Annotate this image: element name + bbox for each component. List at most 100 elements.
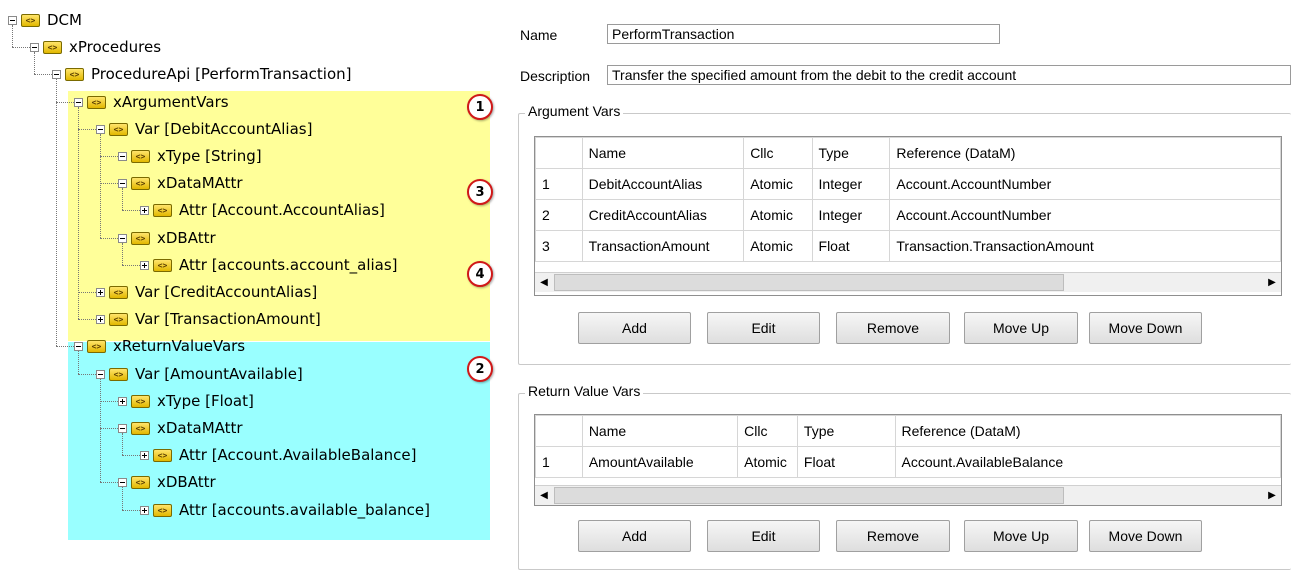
tree-node[interactable]: <> xDataMAttr [118,172,243,194]
expand-plus-icon[interactable] [118,396,127,406]
return-value-vars-grid[interactable]: Name Cllc Type Reference (DataM) 1 Amoun… [534,414,1282,506]
collapse-minus-icon[interactable] [96,369,105,379]
cell-type[interactable]: Integer [811,168,891,200]
xml-element-icon: <> [131,421,150,435]
tree-node[interactable]: <> xType [String] [118,145,262,167]
tree-node[interactable]: <> DCM [8,9,82,31]
collapse-minus-icon[interactable] [118,151,127,161]
expand-plus-icon[interactable] [96,287,105,297]
collapse-minus-icon[interactable] [8,15,17,25]
column-header-cllc[interactable]: Cllc [737,415,798,447]
cell-cllc[interactable]: Atomic [743,199,813,231]
collapse-minus-icon[interactable] [52,69,61,79]
move-down-return-button[interactable]: Move Down [1089,520,1202,552]
move-up-return-button[interactable]: Move Up [964,520,1078,552]
scroll-right-icon[interactable]: ▶ [1263,273,1281,292]
column-header-reference[interactable]: Reference (DataM) [889,137,1281,169]
column-header-name[interactable]: Name [581,415,739,447]
collapse-minus-icon[interactable] [118,233,127,243]
xml-element-icon: <> [87,339,106,353]
expand-plus-icon[interactable] [140,505,149,515]
tree-node[interactable]: <> ProcedureApi [PerformTransaction] [52,63,351,85]
xml-element-icon: <> [21,13,40,27]
table-row[interactable]: 2 CreditAccountAlias Atomic Integer Acco… [535,199,1281,231]
column-header-type[interactable]: Type [811,137,891,169]
grid-header-row: Name Cllc Type Reference (DataM) [535,137,1281,169]
collapse-minus-icon[interactable] [96,124,105,134]
tree-node[interactable]: <> xArgumentVars [74,91,229,113]
cell-reference[interactable]: Account.AccountNumber [889,168,1281,200]
tree-node[interactable]: <> xProcedures [30,36,161,58]
description-field[interactable]: Transfer the specified amount from the d… [607,65,1291,85]
tree-node[interactable]: <> Attr [Account.AccountAlias] [140,199,385,221]
collapse-minus-icon[interactable] [118,423,127,433]
tree-node[interactable]: <> xDBAttr [118,227,216,249]
table-row[interactable]: 1 AmountAvailable Atomic Float Account.A… [535,446,1281,478]
collapse-minus-icon[interactable] [118,477,127,487]
column-header-name[interactable]: Name [581,137,745,169]
cell-cllc[interactable]: Atomic [743,168,813,200]
tree-node-label: xDataMAttr [157,174,243,192]
expand-plus-icon[interactable] [140,450,149,460]
collapse-minus-icon[interactable] [74,341,83,351]
tree-node[interactable]: <> xDataMAttr [118,417,243,439]
table-row[interactable]: 1 DebitAccountAlias Atomic Integer Accou… [535,168,1281,200]
cell-type[interactable]: Float [796,446,896,478]
xml-element-icon: <> [131,394,150,408]
edit-return-button[interactable]: Edit [707,520,820,552]
collapse-minus-icon[interactable] [74,97,83,107]
remove-return-button[interactable]: Remove [836,520,950,552]
tree-node[interactable]: <> Attr [accounts.account_alias] [140,254,398,276]
expand-plus-icon[interactable] [140,205,149,215]
argument-vars-grid[interactable]: Name Cllc Type Reference (DataM) 1 Debit… [534,136,1282,296]
tree-node[interactable]: <> Var [CreditAccountAlias] [96,281,317,303]
cell-name[interactable]: CreditAccountAlias [581,199,745,231]
horizontal-scrollbar[interactable]: ◀ ▶ [535,272,1281,292]
expand-plus-icon[interactable] [140,260,149,270]
horizontal-scrollbar[interactable]: ◀ ▶ [535,485,1281,505]
cell-reference[interactable]: Transaction.TransactionAmount [889,230,1281,262]
cell-cllc[interactable]: Atomic [737,446,798,478]
xml-tree-view: <> DCM <> xProcedures <> ProcedureApi [Perfor… [0,0,500,578]
collapse-minus-icon[interactable] [30,42,39,52]
scroll-right-icon[interactable]: ▶ [1263,486,1281,505]
column-header-reference[interactable]: Reference (DataM) [894,415,1281,447]
column-header-type[interactable]: Type [796,415,896,447]
tree-node[interactable]: <> Var [TransactionAmount] [96,308,321,330]
remove-argument-button[interactable]: Remove [836,312,950,344]
tree-node[interactable]: <> xDBAttr [118,471,216,493]
cell-name[interactable]: DebitAccountAlias [581,168,745,200]
cell-type[interactable]: Float [811,230,891,262]
cell-name[interactable]: AmountAvailable [581,446,739,478]
move-up-argument-button[interactable]: Move Up [964,312,1078,344]
tree-connector [12,47,30,48]
add-argument-button[interactable]: Add [578,312,691,344]
column-header-cllc[interactable]: Cllc [743,137,813,169]
cell-name[interactable]: TransactionAmount [581,230,745,262]
row-number: 2 [535,199,583,231]
edit-argument-button[interactable]: Edit [707,312,820,344]
tree-connector [100,238,118,239]
scrollbar-thumb[interactable] [554,274,1064,291]
cell-cllc[interactable]: Atomic [743,230,813,262]
name-field[interactable]: PerformTransaction [607,24,1000,44]
scrollbar-thumb[interactable] [554,487,1064,504]
cell-reference[interactable]: Account.AccountNumber [889,199,1281,231]
scroll-left-icon[interactable]: ◀ [535,273,553,292]
tree-node[interactable]: <> Attr [Account.AvailableBalance] [140,444,416,466]
cell-reference[interactable]: Account.AvailableBalance [894,446,1281,478]
move-down-argument-button[interactable]: Move Down [1089,312,1202,344]
add-return-button[interactable]: Add [578,520,691,552]
xml-element-icon: <> [131,176,150,190]
tree-node[interactable]: <> xType [Float] [118,390,254,412]
tree-node[interactable]: <> xReturnValueVars [74,335,245,357]
expand-plus-icon[interactable] [96,314,105,324]
scroll-left-icon[interactable]: ◀ [535,486,553,505]
tree-node[interactable]: <> Attr [accounts.available_balance] [140,499,430,521]
cell-type[interactable]: Integer [811,199,891,231]
tree-node[interactable]: <> Var [AmountAvailable] [96,363,303,385]
table-row[interactable]: 3 TransactionAmount Atomic Float Transac… [535,230,1281,262]
row-number: 3 [535,230,583,262]
collapse-minus-icon[interactable] [118,178,127,188]
tree-node[interactable]: <> Var [DebitAccountAlias] [96,118,312,140]
